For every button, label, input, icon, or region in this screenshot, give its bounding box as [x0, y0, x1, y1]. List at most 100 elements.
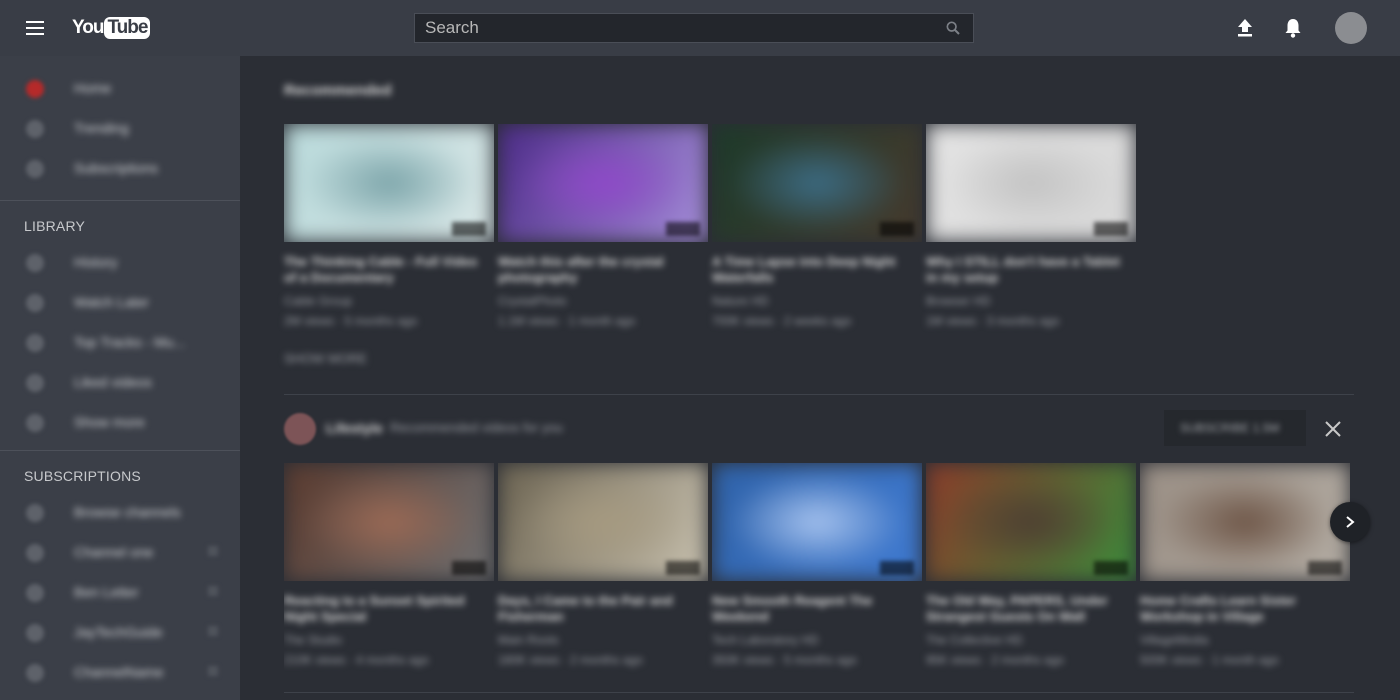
hamburger-menu-icon[interactable]	[24, 18, 48, 38]
account-avatar[interactable]	[1335, 12, 1367, 44]
sidebar-item-trending[interactable]: Trending	[0, 108, 240, 148]
video-thumbnail[interactable]	[712, 124, 922, 242]
video-thumbnail[interactable]	[498, 124, 708, 242]
sidebar-item-subscription[interactable]: Browse channels	[0, 492, 240, 532]
channel-avatar-icon	[26, 624, 44, 642]
duration-badge	[1094, 561, 1128, 575]
video-meta: 1.1M views · 1 month ago	[498, 314, 636, 328]
video-meta: 350K views · 5 months ago	[712, 653, 857, 667]
sidebar-item-label: Home	[74, 80, 112, 96]
main-content: Recommended The Thinking Cable - Full Vi…	[240, 56, 1400, 700]
duration-badge	[880, 561, 914, 575]
section-title: Recommended	[284, 82, 392, 99]
video-card[interactable]: New Smooth Reagent The Weekend Tech Labo…	[712, 463, 922, 682]
video-title[interactable]: The Old Way, PAPERS, Under Strangest Gue…	[926, 593, 1126, 625]
chevron-right-icon	[1346, 516, 1355, 528]
sidebar-item-subscription[interactable]: Ben Letter	[0, 572, 240, 612]
video-thumbnail[interactable]	[284, 463, 494, 581]
video-card[interactable]: Home Crafts Learn Sister Workshop in Vil…	[1140, 463, 1350, 682]
video-thumbnail[interactable]	[926, 124, 1136, 242]
shelf-next-button[interactable]	[1330, 502, 1370, 542]
sidebar-item-subscription[interactable]: Channel one	[0, 532, 240, 572]
history-icon	[26, 254, 44, 272]
subscribe-label: SUBSCRIBE 1.5M	[1180, 421, 1280, 435]
video-card[interactable]: Watch this after the crystal photography…	[498, 124, 708, 344]
sidebar-item-liked-videos[interactable]: Liked videos	[0, 362, 240, 402]
video-title[interactable]: A Time Lapse into Deep Night Waterfalls	[712, 254, 912, 286]
duration-badge	[666, 561, 700, 575]
subscriptions-icon	[26, 160, 44, 178]
video-title[interactable]: New Smooth Reagent The Weekend	[712, 593, 912, 625]
duration-badge	[452, 561, 486, 575]
sidebar-item-subscription[interactable]: JayTechGuide	[0, 612, 240, 652]
channel-avatar[interactable]	[284, 413, 316, 445]
video-card[interactable]: A Time Lapse into Deep Night Waterfalls …	[712, 124, 922, 344]
search-icon	[946, 21, 960, 35]
video-thumbnail[interactable]	[926, 463, 1136, 581]
video-thumbnail[interactable]	[712, 463, 922, 581]
duration-badge	[1308, 561, 1342, 575]
channel-name[interactable]: Browser HD	[926, 294, 991, 308]
trending-icon	[26, 120, 44, 138]
duration-badge	[666, 222, 700, 236]
channel-name[interactable]: The Collective HD	[926, 633, 1023, 647]
library-heading: LIBRARY	[24, 218, 86, 234]
duration-badge	[1094, 222, 1128, 236]
channel-name[interactable]: Tech Laboratory HD	[712, 633, 819, 647]
notifications-button[interactable]	[1281, 16, 1305, 40]
video-card[interactable]: The Old Way, PAPERS, Under Strangest Gue…	[926, 463, 1136, 682]
new-content-indicator	[208, 546, 218, 556]
sidebar-item-playlist[interactable]: Top Tracks - Mu...	[0, 322, 240, 362]
upload-button[interactable]	[1233, 16, 1257, 40]
sidebar-item-label: Trending	[74, 120, 129, 136]
video-card[interactable]: Days, I Came to the Pair and Fisherman M…	[498, 463, 708, 682]
video-thumbnail[interactable]	[498, 463, 708, 581]
sidebar-item-home[interactable]: Home	[0, 68, 240, 108]
channel-avatar-icon	[26, 664, 44, 682]
sidebar: Home Trending Subscriptions LIBRARY Hist…	[0, 56, 240, 700]
sidebar-item-subscription[interactable]: ChannelName	[0, 652, 240, 692]
sidebar-item-subscriptions[interactable]: Subscriptions	[0, 148, 240, 188]
video-title[interactable]: Reacting to a Sunset Spirited Night Spec…	[284, 593, 484, 625]
video-thumbnail[interactable]	[284, 124, 494, 242]
show-more-link[interactable]: SHOW MORE	[284, 351, 367, 366]
sidebar-item-label: Show more	[74, 414, 145, 430]
video-card[interactable]: Reacting to a Sunset Spirited Night Spec…	[284, 463, 494, 682]
channel-name[interactable]: CrystalPhoto	[498, 294, 567, 308]
video-card[interactable]: Why I STILL don't have a Tablet in my se…	[926, 124, 1136, 344]
channel-avatar-icon	[26, 504, 44, 522]
dismiss-shelf-button[interactable]	[1322, 418, 1344, 440]
video-card[interactable]: The Thinking Cable - Full Video of a Doc…	[284, 124, 494, 344]
sidebar-item-label: JayTechGuide	[74, 624, 163, 640]
video-title[interactable]: Days, I Came to the Pair and Fisherman	[498, 593, 698, 625]
sidebar-item-label: Ben Letter	[74, 584, 139, 600]
sidebar-item-show-more[interactable]: Show more	[0, 402, 240, 442]
channel-name[interactable]: VillageMedia	[1140, 633, 1209, 647]
video-meta: 500K views · 1 month ago	[1140, 653, 1279, 667]
logo-tube: Tube	[104, 17, 151, 39]
video-title[interactable]: Home Crafts Learn Sister Workshop in Vil…	[1140, 593, 1340, 625]
search-box	[414, 13, 974, 43]
search-button[interactable]	[933, 14, 973, 42]
channel-name[interactable]: Nature HD	[712, 294, 769, 308]
video-thumbnail[interactable]	[1140, 463, 1350, 581]
video-meta: 700K views · 2 weeks ago	[712, 314, 852, 328]
video-title[interactable]: The Thinking Cable - Full Video of a Doc…	[284, 254, 484, 286]
channel-name[interactable]: Main Roots	[498, 633, 559, 647]
shelf-video-row: Reacting to a Sunset Spirited Night Spec…	[284, 462, 1354, 682]
subscribe-button[interactable]: SUBSCRIBE 1.5M	[1164, 410, 1306, 446]
channel-name[interactable]: Cable Group	[284, 294, 352, 308]
channel-avatar-icon	[26, 544, 44, 562]
chevron-down-icon	[26, 414, 44, 432]
sidebar-item-history[interactable]: History	[0, 242, 240, 282]
sidebar-item-watch-later[interactable]: Watch Later	[0, 282, 240, 322]
new-content-indicator	[208, 666, 218, 676]
sidebar-item-label: Subscriptions	[74, 160, 159, 176]
youtube-logo[interactable]: You Tube	[72, 14, 151, 42]
close-icon	[1325, 421, 1341, 437]
video-title[interactable]: Watch this after the crystal photography	[498, 254, 698, 286]
video-title[interactable]: Why I STILL don't have a Tablet in my se…	[926, 254, 1126, 286]
channel-name[interactable]: The Studio	[284, 633, 342, 647]
search-input[interactable]	[415, 14, 933, 42]
shelf-channel-name[interactable]: Lifestyle	[326, 420, 383, 436]
